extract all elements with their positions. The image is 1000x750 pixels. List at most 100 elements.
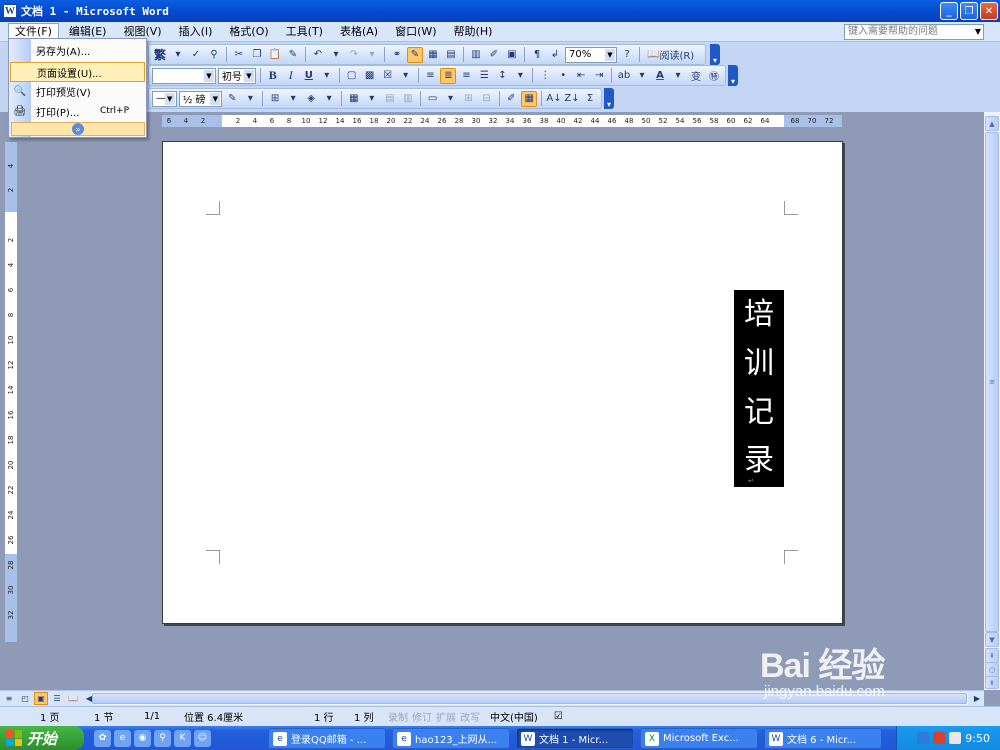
char-border-icon[interactable]: ▢ bbox=[344, 68, 360, 84]
select-browse-object-icon[interactable]: ○ bbox=[985, 662, 999, 677]
zoom-select[interactable]: 70% ▼ bbox=[565, 46, 617, 63]
scroll-up-icon[interactable]: ▲ bbox=[985, 116, 999, 131]
increase-indent-icon[interactable]: ⇥ bbox=[591, 68, 607, 84]
shading-icon[interactable]: ◈ bbox=[303, 91, 319, 107]
chevron-down-icon[interactable]: ▼ bbox=[203, 69, 214, 82]
toolbar-options-icon[interactable]: ▾ bbox=[728, 65, 738, 86]
bullets-icon[interactable]: • bbox=[555, 68, 571, 84]
next-page-icon[interactable]: ⇟ bbox=[985, 676, 999, 689]
char-scale-icon[interactable]: ☒ bbox=[380, 68, 396, 84]
restore-button[interactable]: ❐ bbox=[960, 2, 978, 20]
copy-icon[interactable]: ❐ bbox=[249, 47, 265, 63]
tray-app-icon[interactable] bbox=[917, 732, 930, 744]
bold-button[interactable]: B bbox=[265, 68, 281, 84]
highlight-dropdown-icon[interactable]: ▾ bbox=[634, 68, 650, 84]
task-button[interactable]: e 登录QQ邮箱 - ... bbox=[268, 728, 386, 749]
status-ovr[interactable]: 改写 bbox=[458, 709, 482, 724]
clock[interactable]: 9:50 bbox=[965, 732, 990, 745]
align-cell-dropdown-icon[interactable]: ▾ bbox=[443, 91, 459, 107]
chevron-down-icon[interactable]: ▼ bbox=[164, 92, 175, 105]
autosum-icon[interactable]: Σ bbox=[582, 91, 598, 107]
web-view-icon[interactable]: ◰ bbox=[18, 692, 32, 705]
paste-icon[interactable]: 📋 bbox=[267, 47, 283, 63]
read-button[interactable]: 📖 阅读(R) bbox=[644, 47, 697, 63]
chat-icon[interactable]: ☺ bbox=[194, 729, 211, 747]
menu-insert[interactable]: 插入(I) bbox=[172, 23, 220, 40]
border-color-dropdown-icon[interactable]: ▾ bbox=[242, 91, 258, 107]
vertical-scrollbar[interactable]: ▲ ≡ ▼ ⇞ ○ ⇟ bbox=[984, 112, 1000, 690]
sort-descending-icon[interactable]: Z↓ bbox=[564, 91, 580, 107]
decrease-indent-icon[interactable]: ⇤ bbox=[573, 68, 589, 84]
help-search-input[interactable]: 键入需要帮助的问题 ▼ bbox=[844, 24, 984, 40]
show-gridlines-icon[interactable]: ▦ bbox=[521, 90, 538, 107]
columns-icon[interactable]: ▥ bbox=[468, 47, 484, 63]
scale-dropdown-icon[interactable]: ▾ bbox=[398, 68, 414, 84]
drawing-icon[interactable]: ✐ bbox=[486, 47, 502, 63]
split-cells-icon[interactable]: ▥ bbox=[400, 91, 416, 107]
task-button[interactable]: W 文档 6 - Micr... bbox=[764, 728, 882, 749]
k-app-icon[interactable]: K bbox=[174, 729, 191, 747]
chevron-down-icon[interactable]: ▼ bbox=[243, 69, 254, 82]
distribute-rows-icon[interactable]: ⊞ bbox=[461, 91, 477, 107]
start-button[interactable]: 开始 bbox=[0, 726, 84, 750]
chevron-down-icon[interactable]: ▼ bbox=[975, 25, 981, 39]
insert-excel-icon[interactable]: ▤ bbox=[443, 47, 459, 63]
toolbar-options-icon[interactable]: ▾ bbox=[604, 88, 614, 109]
status-ext[interactable]: 扩展 bbox=[434, 709, 458, 724]
font-color-icon[interactable]: A bbox=[652, 68, 668, 84]
status-trk[interactable]: 修订 bbox=[410, 709, 434, 724]
phonetic-guide-icon[interactable]: 变 bbox=[688, 68, 704, 84]
close-button[interactable]: ✕ bbox=[980, 2, 998, 20]
traditional-chinese-button[interactable]: 繁 bbox=[152, 47, 168, 63]
toolbar-options-icon[interactable]: ▾ bbox=[710, 44, 720, 65]
ie-icon[interactable]: e bbox=[114, 729, 131, 747]
research-icon[interactable]: ⚲ bbox=[206, 47, 222, 63]
search-icon[interactable]: ⚲ bbox=[154, 729, 171, 747]
menu-format[interactable]: 格式(O) bbox=[222, 23, 275, 40]
shading-dropdown-icon[interactable]: ▾ bbox=[321, 91, 337, 107]
distribute-cols-icon[interactable]: ⊟ bbox=[479, 91, 495, 107]
enclose-char-icon[interactable]: ㊕ bbox=[706, 68, 722, 84]
document-map-icon[interactable]: ▣ bbox=[504, 47, 520, 63]
justify-icon[interactable]: ☰ bbox=[476, 68, 492, 84]
spelling-icon[interactable]: ✓ bbox=[188, 47, 204, 63]
line-spacing-icon[interactable]: ↕ bbox=[494, 68, 510, 84]
tray-antivirus-icon[interactable] bbox=[933, 732, 946, 744]
task-button-active[interactable]: W 文档 1 - Micr... bbox=[516, 728, 634, 749]
minimize-button[interactable]: _ bbox=[940, 2, 958, 20]
underline-button[interactable]: U bbox=[301, 68, 317, 84]
line-weight-select[interactable]: ½ 磅 ▼ bbox=[178, 90, 223, 107]
insert-table-icon[interactable]: ▦ bbox=[346, 91, 362, 107]
chevron-down-icon[interactable]: ▼ bbox=[605, 48, 615, 61]
align-cell-icon[interactable]: ▭ bbox=[425, 91, 441, 107]
spelling-status-icon[interactable]: ☑ bbox=[546, 711, 571, 722]
undo-icon[interactable]: ↶ bbox=[310, 47, 326, 63]
outline-view-icon[interactable]: ☰ bbox=[50, 692, 64, 705]
table-dropdown-icon[interactable]: ▾ bbox=[364, 91, 380, 107]
menu-window[interactable]: 窗口(W) bbox=[388, 23, 443, 40]
redo-icon[interactable]: ↷ bbox=[346, 47, 362, 63]
font-color-dropdown-icon[interactable]: ▾ bbox=[670, 68, 686, 84]
font-size-select[interactable]: 初号 ▼ bbox=[217, 67, 256, 84]
borders-icon[interactable]: ⊞ bbox=[267, 91, 283, 107]
sort-ascending-icon[interactable]: A↓ bbox=[546, 91, 562, 107]
horizontal-ruler[interactable]: 6 4 2 2 4 6 8 10 12 14 16 18 20 22 24 26 28 30 32 34 36 38 40 4… bbox=[0, 112, 984, 130]
vertical-ruler[interactable]: 4 2 2 4 6 8 10 12 14 16 18 20 22 24 26 28 30 32 bbox=[0, 130, 22, 690]
tray-volume-icon[interactable] bbox=[949, 732, 962, 744]
menu-tools[interactable]: 工具(T) bbox=[279, 23, 330, 40]
numbering-icon[interactable]: ⋮ bbox=[537, 68, 553, 84]
align-left-icon[interactable]: ≡ bbox=[422, 68, 438, 84]
show-hide-icon[interactable]: ¶ bbox=[529, 47, 545, 63]
task-button[interactable]: X Microsoft Exc... bbox=[640, 728, 758, 749]
menu-item-print-preview[interactable]: 🔍 打印预览(V) bbox=[10, 81, 145, 101]
previous-page-icon[interactable]: ⇞ bbox=[985, 648, 999, 663]
menu-item-save-as[interactable]: 另存为(A)... bbox=[10, 40, 145, 60]
quick-launch-app-icon[interactable]: ✿ bbox=[94, 729, 111, 747]
print-view-icon[interactable]: ▣ bbox=[34, 692, 48, 705]
hyperlink-icon[interactable]: ⚭ bbox=[389, 47, 405, 63]
align-center-icon[interactable]: ≣ bbox=[440, 67, 457, 84]
font-name-select[interactable]: ▼ bbox=[152, 67, 216, 84]
insert-table-icon[interactable]: ▦ bbox=[425, 47, 441, 63]
align-right-icon[interactable]: ≡ bbox=[458, 68, 474, 84]
menu-item-page-setup[interactable]: 页面设置(U)... bbox=[10, 62, 145, 82]
